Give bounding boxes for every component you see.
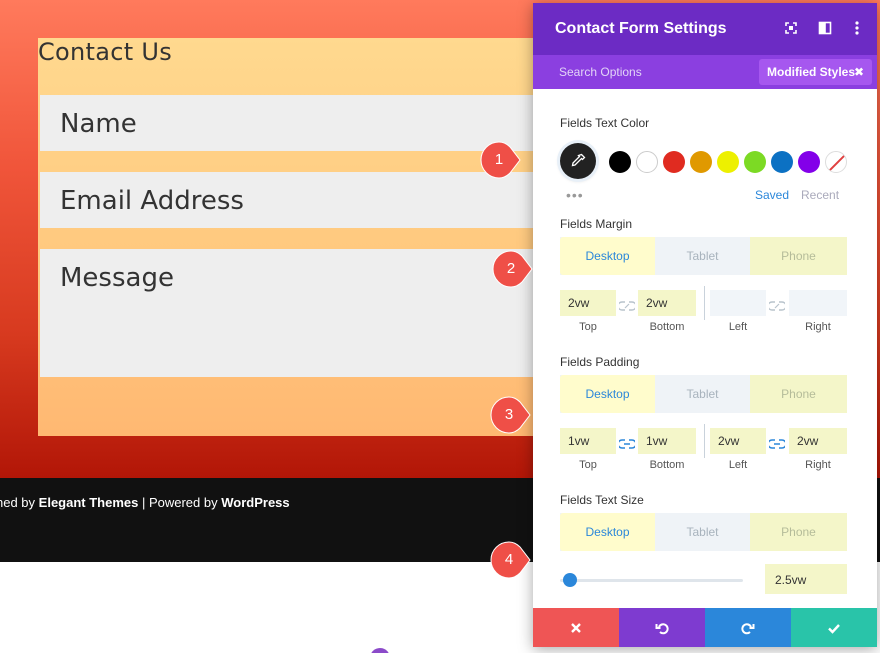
panel-title: Contact Form Settings (555, 20, 727, 37)
color-swatch-green[interactable] (744, 151, 766, 173)
color-swatch-yellow[interactable] (717, 151, 739, 173)
action-bar (533, 608, 877, 647)
columns-icon[interactable] (817, 20, 833, 36)
discard-button[interactable] (533, 608, 619, 647)
link-icon[interactable] (617, 436, 637, 449)
annotation-marker-3: 3 (490, 395, 532, 435)
undo-icon (655, 623, 669, 635)
annotation-number: 4 (504, 551, 514, 568)
fields-text-color-label: Fields Text Color (560, 116, 650, 130)
padding-top-label: Top (579, 459, 597, 471)
redo-icon (741, 623, 755, 635)
annotation-marker-4: 4 (490, 540, 532, 580)
tab-desktop[interactable]: Desktop (560, 513, 655, 551)
redo-button[interactable] (705, 608, 791, 647)
margin-left-input[interactable] (710, 290, 766, 316)
undo-button[interactable] (619, 608, 705, 647)
margin-divider (704, 286, 705, 320)
annotation-marker-2: 2 (492, 249, 534, 289)
email-field[interactable]: Email Address (40, 172, 538, 228)
text-size-slider-track[interactable] (560, 579, 743, 582)
text-size-device-tabs: Desktop Tablet Phone (560, 513, 847, 551)
margin-top-input[interactable]: 2vw (560, 290, 616, 316)
panel-header: Contact Form Settings (533, 3, 877, 55)
text-size-slider-handle[interactable] (563, 573, 577, 587)
footer-separator: | Powered by (138, 495, 222, 510)
modified-styles-filter[interactable]: Modified Styles ✖ (759, 59, 872, 85)
padding-bottom-input[interactable]: 1vw (638, 428, 696, 454)
fields-padding-label: Fields Padding (560, 355, 640, 369)
more-colors-icon[interactable]: ••• (566, 187, 584, 203)
color-swatch-blue[interactable] (771, 151, 793, 173)
padding-device-tabs: Desktop Tablet Phone (560, 375, 847, 413)
footer-credits: ned by Elegant Themes | Powered by WordP… (0, 495, 290, 510)
expand-icon[interactable] (783, 20, 799, 36)
color-swatch-orange[interactable] (690, 151, 712, 173)
footer-link-elegant-themes[interactable]: Elegant Themes (39, 495, 139, 510)
margin-left-label: Left (728, 321, 748, 333)
text-size-input[interactable]: 2.5vw (765, 564, 847, 594)
tab-tablet[interactable]: Tablet (655, 237, 750, 275)
tab-phone[interactable]: Phone (750, 375, 847, 413)
tab-desktop[interactable]: Desktop (560, 375, 655, 413)
tab-phone[interactable]: Phone (750, 513, 847, 551)
link-icon[interactable] (767, 436, 787, 449)
footer-link-wordpress[interactable]: WordPress (221, 495, 289, 510)
floating-dot (370, 648, 390, 653)
padding-right-label: Right (805, 459, 831, 471)
more-options-icon[interactable] (849, 20, 865, 36)
margin-bottom-label: Bottom (649, 321, 685, 333)
annotation-marker-1: 1 (480, 140, 522, 180)
margin-device-tabs: Desktop Tablet Phone (560, 237, 847, 275)
annotation-number: 3 (504, 406, 514, 423)
color-swatch-none[interactable] (825, 151, 847, 173)
form-title: Contact Us (38, 38, 173, 66)
tab-phone[interactable]: Phone (750, 237, 847, 275)
margin-bottom-input[interactable]: 2vw (638, 290, 696, 316)
fields-margin-label: Fields Margin (560, 217, 633, 231)
padding-divider (704, 424, 705, 458)
color-swatch-purple[interactable] (798, 151, 820, 173)
margin-top-label: Top (579, 321, 597, 333)
close-icon (571, 623, 581, 633)
fields-text-size-label: Fields Text Size (560, 493, 644, 507)
screenshot: Contact Us Name Email Address Message ne… (0, 0, 880, 653)
padding-left-input[interactable]: 2vw (710, 428, 766, 454)
settings-panel: Contact Form Settings Search Options Mod… (533, 3, 877, 647)
margin-right-label: Right (805, 321, 831, 333)
tab-tablet[interactable]: Tablet (655, 375, 750, 413)
panel-subheader: Search Options Modified Styles ✖ (533, 55, 877, 89)
modified-styles-label: Modified Styles (767, 65, 856, 79)
contact-form: Contact Us Name Email Address Message (38, 38, 538, 436)
saved-colors-tab[interactable]: Saved (755, 188, 789, 202)
tab-tablet[interactable]: Tablet (655, 513, 750, 551)
save-button[interactable] (791, 608, 877, 647)
tab-desktop[interactable]: Desktop (560, 237, 655, 275)
color-swatch-white[interactable] (636, 151, 658, 173)
padding-left-label: Left (728, 459, 748, 471)
unlinked-icon[interactable] (617, 298, 637, 311)
color-swatch-black[interactable] (609, 151, 631, 173)
recent-colors-tab[interactable]: Recent (801, 188, 839, 202)
eyedropper-icon[interactable] (560, 143, 596, 179)
annotation-number: 2 (506, 260, 516, 277)
close-icon[interactable]: ✖ (854, 65, 864, 79)
unlinked-icon[interactable] (767, 298, 787, 311)
checkmark-icon (828, 624, 840, 634)
padding-right-input[interactable]: 2vw (789, 428, 847, 454)
message-field[interactable]: Message (40, 249, 538, 377)
padding-top-input[interactable]: 1vw (560, 428, 616, 454)
name-field[interactable]: Name (40, 95, 538, 151)
margin-right-input[interactable] (789, 290, 847, 316)
color-swatch-red[interactable] (663, 151, 685, 173)
footer-designed-prefix: ned by (0, 495, 39, 510)
search-options-button[interactable]: Search Options (559, 65, 642, 79)
padding-bottom-label: Bottom (649, 459, 685, 471)
annotation-number: 1 (494, 151, 504, 168)
